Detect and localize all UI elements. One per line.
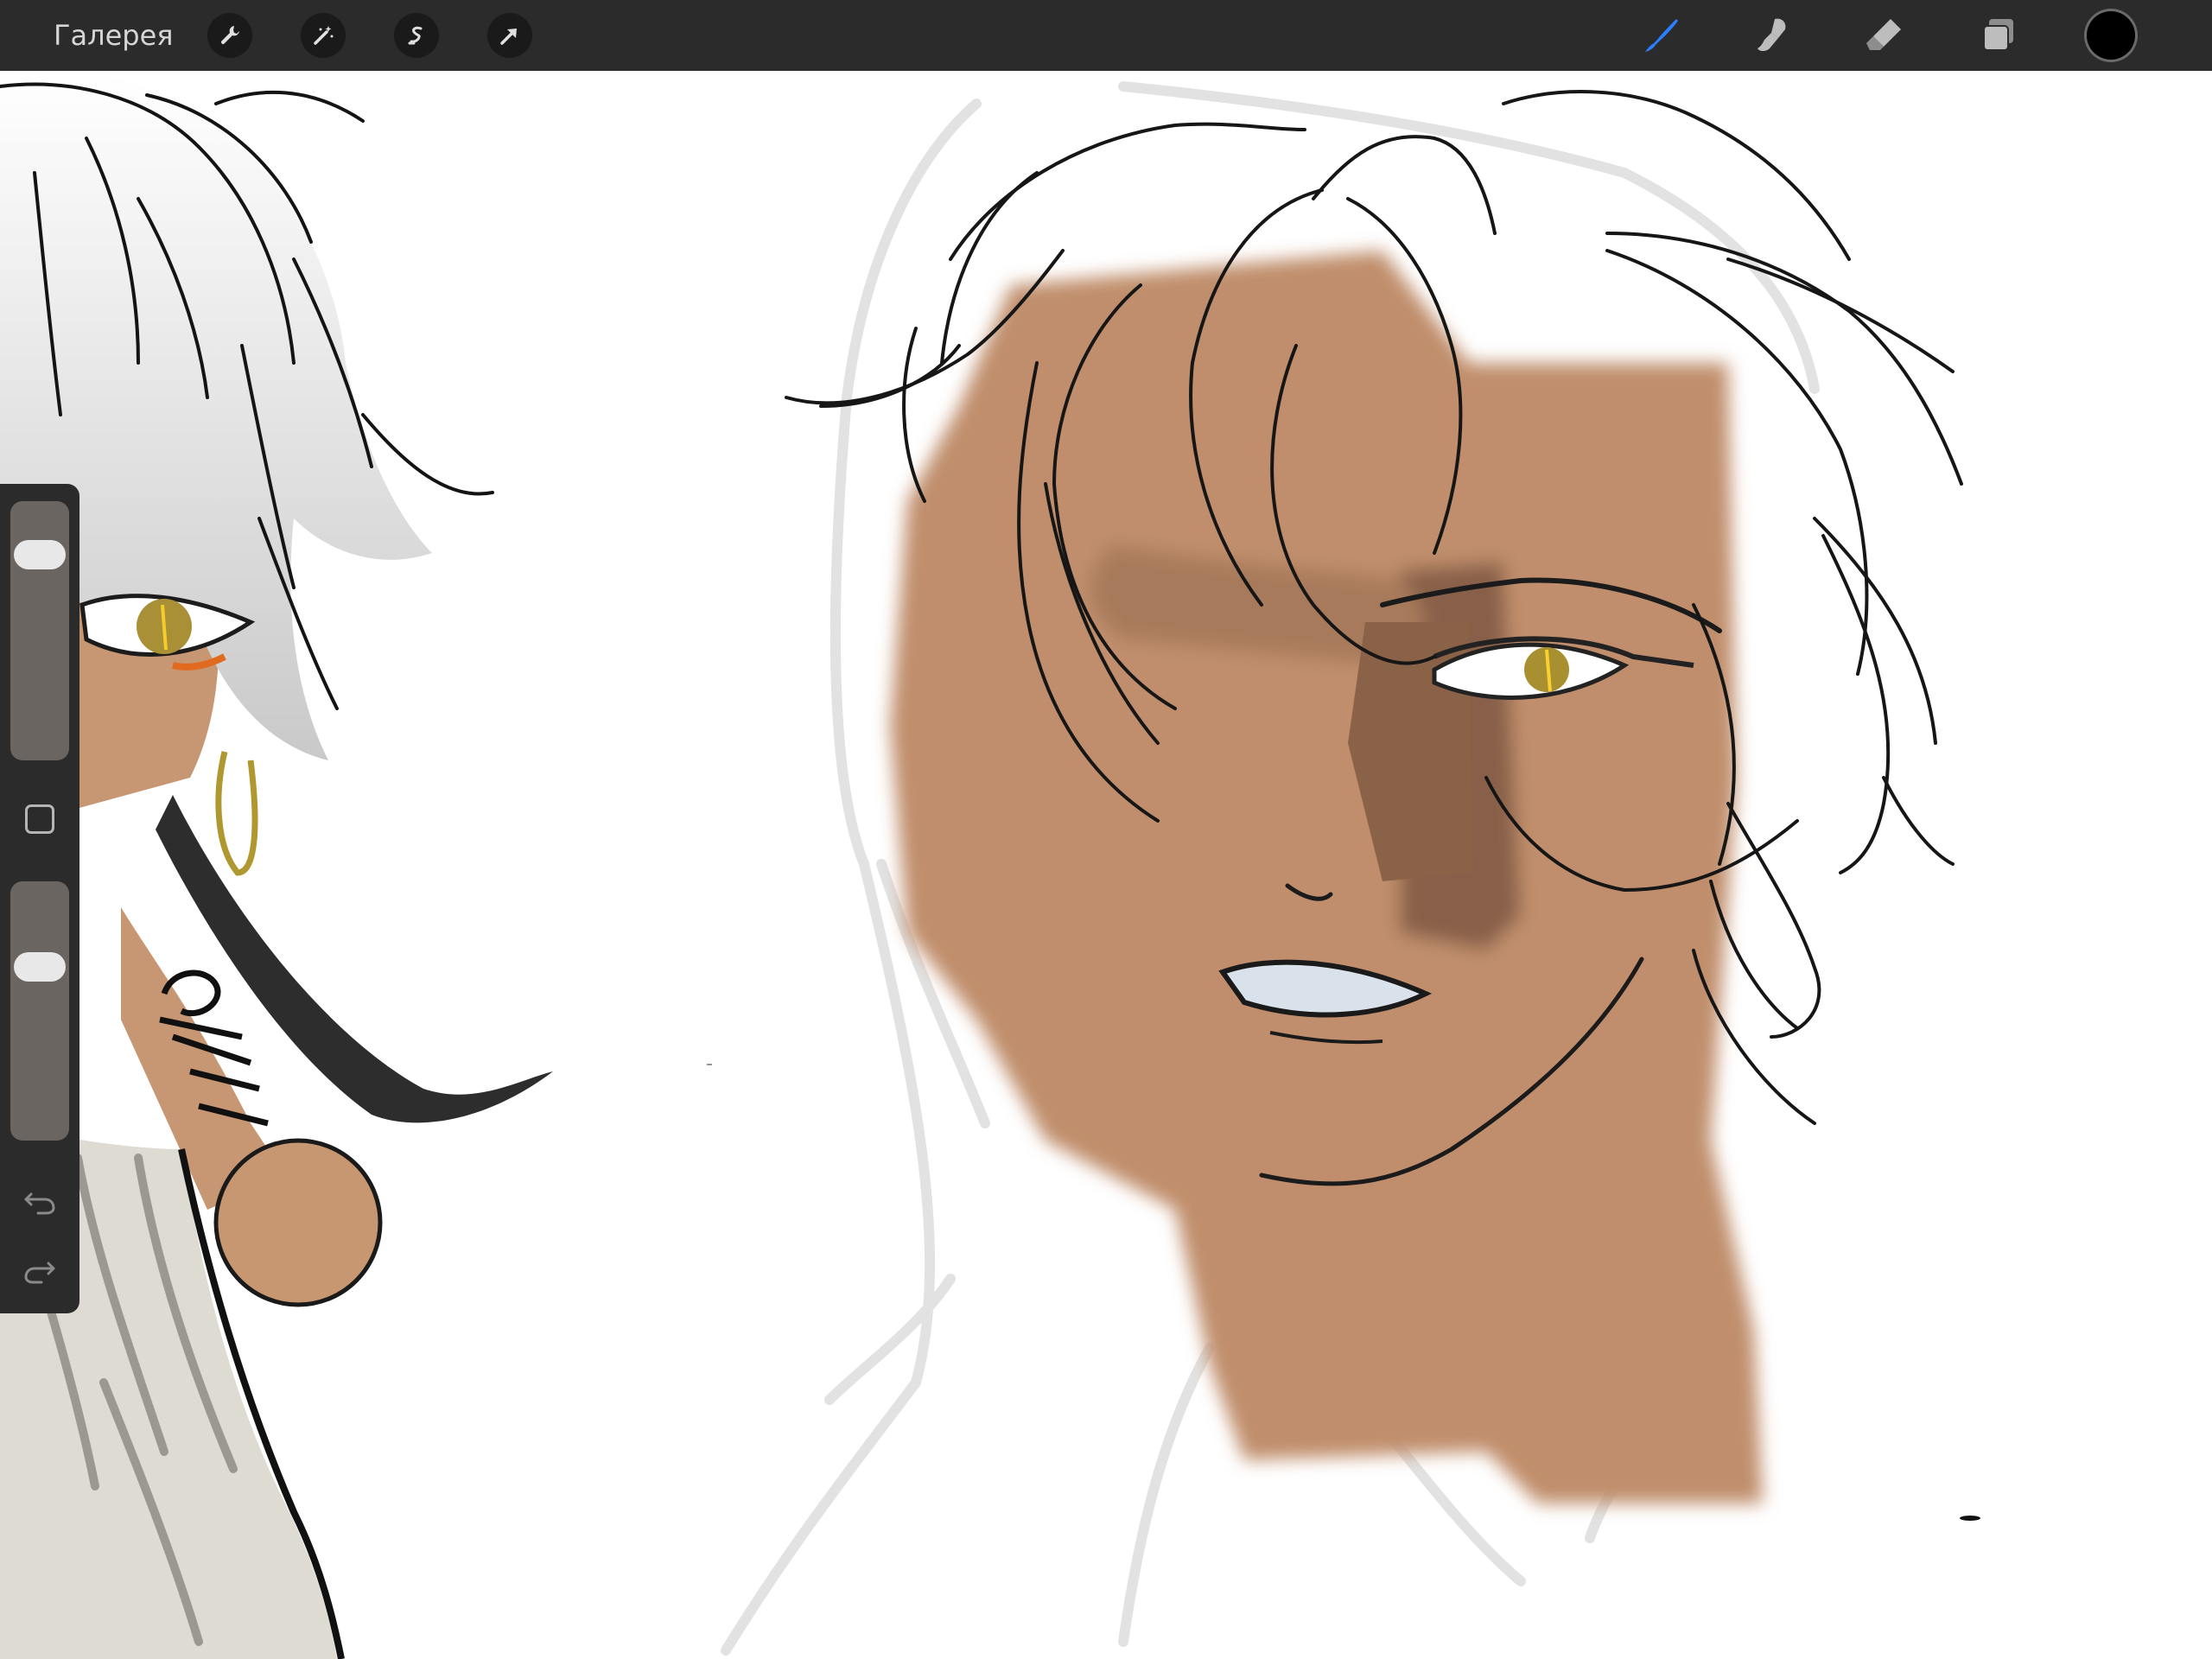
transform-button[interactable]	[487, 13, 532, 58]
wrench-icon	[220, 26, 239, 45]
opacity-slider[interactable]	[10, 881, 69, 1141]
undo-button[interactable]	[21, 1182, 59, 1220]
undo-icon	[24, 1192, 55, 1215]
gallery-button[interactable]: Галерея	[54, 0, 174, 71]
color-picker[interactable]	[2087, 11, 2135, 60]
smudge-icon	[1758, 18, 1786, 51]
procreate-app: Галерея	[0, 0, 2212, 1659]
left-figure	[0, 71, 553, 1659]
selection-icon	[408, 26, 423, 45]
modify-button[interactable]	[25, 804, 54, 834]
redo-button[interactable]	[21, 1251, 59, 1289]
eraser-icon	[1866, 19, 1901, 50]
eraser-tool[interactable]	[1861, 12, 1908, 59]
brush-size-slider[interactable]	[10, 501, 69, 760]
smudge-tool[interactable]	[1749, 12, 1796, 59]
artwork	[0, 71, 1980, 1659]
actions-button[interactable]	[207, 13, 252, 58]
adjustments-button[interactable]	[301, 13, 346, 58]
redo-icon	[24, 1262, 55, 1284]
layers-tool[interactable]	[1975, 12, 2022, 59]
brush-tool[interactable]	[1638, 12, 1685, 59]
selection-button[interactable]	[394, 13, 439, 58]
magic-wand-icon	[314, 26, 334, 45]
layers-icon	[1983, 19, 2013, 51]
drawing-canvas[interactable]	[0, 71, 2212, 1659]
stray-mark	[1960, 1516, 1980, 1521]
opacity-thumb[interactable]	[14, 952, 66, 982]
side-toolbar	[0, 484, 79, 1313]
top-toolbar: Галерея	[0, 0, 2212, 71]
brush-size-thumb[interactable]	[14, 540, 66, 569]
transform-arrow-icon	[500, 29, 517, 45]
skin-block	[890, 251, 1763, 1503]
brush-icon	[1645, 19, 1678, 52]
